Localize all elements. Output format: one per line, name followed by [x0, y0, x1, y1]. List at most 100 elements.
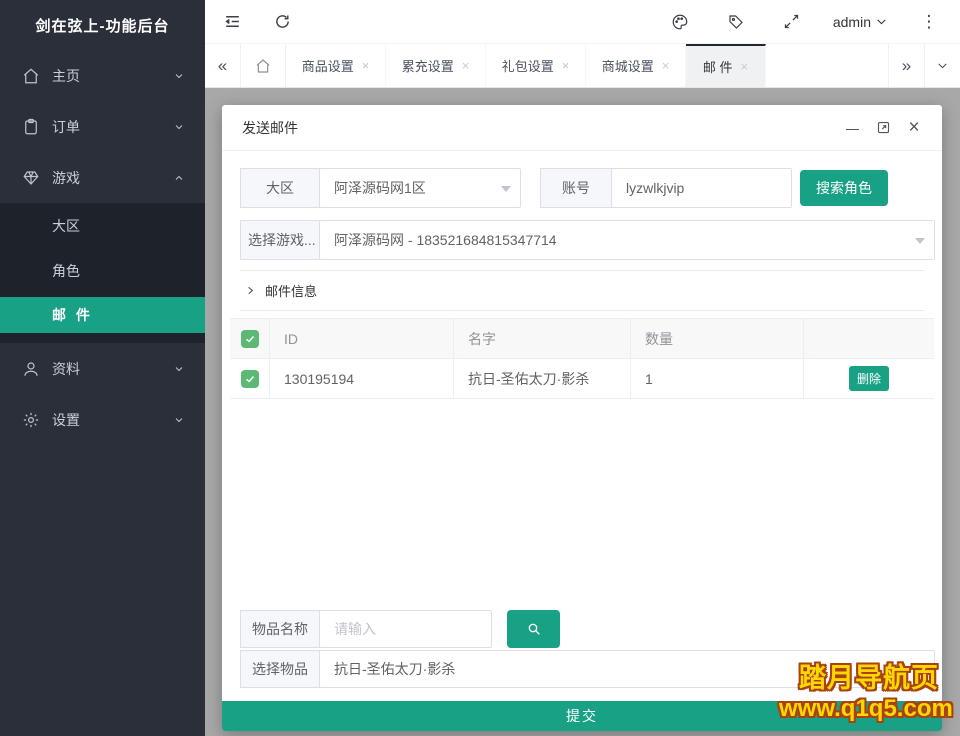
order-icon	[22, 118, 40, 136]
sidebar-item-role[interactable]: 角色	[0, 248, 205, 293]
game-select[interactable]: 阿泽源码网 - 183521684815347714	[319, 220, 935, 260]
dialog-title: 发送邮件	[242, 119, 298, 136]
sidebar-item-label: 设置	[52, 411, 80, 428]
main-area: admin 商品设置 累充设置 礼包设置 商城设置	[205, 0, 960, 736]
region-select-value: 阿泽源码网1区	[334, 180, 426, 196]
search-icon	[526, 621, 542, 637]
sidebar-item-label: 资料	[52, 360, 80, 377]
game-select-value: 阿泽源码网 - 183521684815347714	[334, 232, 557, 248]
sidebar-item-region[interactable]: 大区	[0, 203, 205, 248]
sidebar-submenu-game: 大区 角色 邮 件	[0, 203, 205, 343]
tab-mall-settings[interactable]: 商城设置	[586, 44, 686, 87]
tab-mail[interactable]: 邮 件	[686, 44, 766, 87]
table-header-row: ID 名字 数量	[230, 319, 934, 359]
tag-icon[interactable]	[721, 7, 751, 37]
user-menu[interactable]: admin	[833, 14, 888, 30]
tab-giftpack-settings[interactable]: 礼包设置	[486, 44, 586, 87]
close-icon[interactable]	[362, 59, 370, 72]
chevron-down-icon	[173, 70, 185, 82]
menu-fold-icon[interactable]	[217, 7, 247, 37]
delete-button[interactable]: 删除	[849, 366, 889, 391]
dialog-header: 发送邮件	[222, 105, 942, 151]
person-icon	[22, 360, 40, 378]
tab-label: 累充设置	[401, 59, 454, 74]
tab-label: 商品设置	[301, 59, 354, 74]
cell-id: 130195194	[270, 359, 454, 398]
tab-label: 商城设置	[601, 59, 654, 74]
column-header-name: 名字	[454, 319, 631, 358]
topbar: admin	[205, 0, 960, 44]
select-item-value: 抗日-圣佑太刀·影杀	[334, 661, 456, 677]
sidebar-item-settings[interactable]: 设置	[0, 394, 205, 445]
tab-recharge-settings[interactable]: 累充设置	[386, 44, 486, 87]
column-header-actions	[804, 319, 934, 358]
account-input[interactable]	[611, 168, 792, 208]
sidebar-item-mail[interactable]: 邮 件	[0, 297, 205, 333]
sidebar-item-home[interactable]: 主页	[0, 50, 205, 101]
item-name-label: 物品名称	[240, 610, 320, 648]
chevron-up-icon	[173, 172, 185, 184]
column-header-qty: 数量	[631, 319, 804, 358]
topbar-actions: admin	[665, 7, 944, 37]
column-header-id: ID	[270, 319, 454, 358]
region-label: 大区	[240, 168, 320, 208]
refresh-icon[interactable]	[267, 7, 297, 37]
cell-qty: 1	[631, 359, 804, 398]
tab-label: 邮 件	[702, 60, 733, 75]
kebab-menu-icon[interactable]	[914, 7, 944, 37]
tabs-dropdown-button[interactable]	[924, 44, 960, 87]
chevron-down-icon	[173, 121, 185, 133]
header-checkbox-cell	[230, 319, 270, 358]
select-all-checkbox[interactable]	[240, 329, 259, 348]
chevron-down-icon	[173, 363, 185, 375]
search-item-button[interactable]	[507, 610, 560, 648]
mail-info-collapse[interactable]: 邮件信息	[240, 270, 924, 311]
tabs-scroll-left-button[interactable]	[205, 44, 241, 87]
dialog-window-controls	[844, 120, 922, 136]
close-icon[interactable]	[562, 59, 570, 72]
region-select[interactable]: 阿泽源码网1区	[319, 168, 521, 208]
sidebar: 剑在弦上-功能后台 主页 订单 游戏 大区 角色 邮 件 资料 设置	[0, 0, 205, 736]
account-label: 账号	[540, 168, 612, 208]
chevron-right-icon	[245, 285, 256, 296]
app-title: 剑在弦上-功能后台	[35, 17, 170, 35]
tabbar: 商品设置 累充设置 礼包设置 商城设置 邮 件	[205, 44, 960, 88]
gear-icon	[22, 411, 40, 429]
sidebar-item-orders[interactable]: 订单	[0, 101, 205, 152]
tabbar-right-controls	[888, 44, 960, 87]
tabs-scroll-right-button[interactable]	[888, 44, 924, 87]
row-checkbox[interactable]	[240, 369, 259, 388]
minimize-icon[interactable]	[844, 120, 860, 136]
chevron-down-icon	[173, 414, 185, 426]
tab-home[interactable]	[241, 44, 286, 87]
chevron-down-icon	[915, 238, 925, 249]
close-icon[interactable]	[662, 59, 670, 72]
cell-name: 抗日-圣佑太刀·影杀	[454, 359, 631, 398]
sidebar-item-label: 主页	[52, 67, 80, 84]
select-item-label: 选择物品	[240, 650, 320, 688]
fullscreen-icon[interactable]	[777, 7, 807, 37]
select-game-label: 选择游戏...	[240, 220, 320, 260]
send-mail-dialog: 发送邮件 大区 阿泽源码网1区 账号 搜索角色 选择游戏...	[222, 105, 942, 731]
chevron-down-icon	[501, 186, 511, 197]
table-row: 130195194 抗日-圣佑太刀·影杀 1 删除	[230, 359, 934, 399]
close-icon[interactable]	[462, 59, 470, 72]
close-icon[interactable]	[741, 60, 749, 73]
close-icon[interactable]	[906, 120, 922, 136]
cell-actions: 删除	[804, 359, 934, 398]
content-overlay: 发送邮件 大区 阿泽源码网1区 账号 搜索角色 选择游戏...	[205, 88, 960, 736]
maximize-icon[interactable]	[875, 120, 891, 136]
username: admin	[832, 13, 871, 30]
tab-label: 礼包设置	[501, 59, 554, 74]
watermark-site-url: www.q1q5.com	[779, 695, 953, 722]
search-role-button[interactable]: 搜索角色	[800, 170, 888, 206]
mail-info-collapse-label: 邮件信息	[265, 284, 318, 299]
mail-items-table: ID 名字 数量 130195194 抗日-圣佑太刀·影杀 1 删除	[230, 318, 934, 399]
sidebar-item-label: 游戏	[52, 169, 80, 186]
chevron-down-icon	[875, 15, 888, 28]
item-name-input[interactable]	[319, 610, 492, 648]
sidebar-item-profile[interactable]: 资料	[0, 343, 205, 394]
sidebar-item-game[interactable]: 游戏	[0, 152, 205, 203]
palette-icon[interactable]	[665, 7, 695, 37]
tab-goods-settings[interactable]: 商品设置	[286, 44, 386, 87]
